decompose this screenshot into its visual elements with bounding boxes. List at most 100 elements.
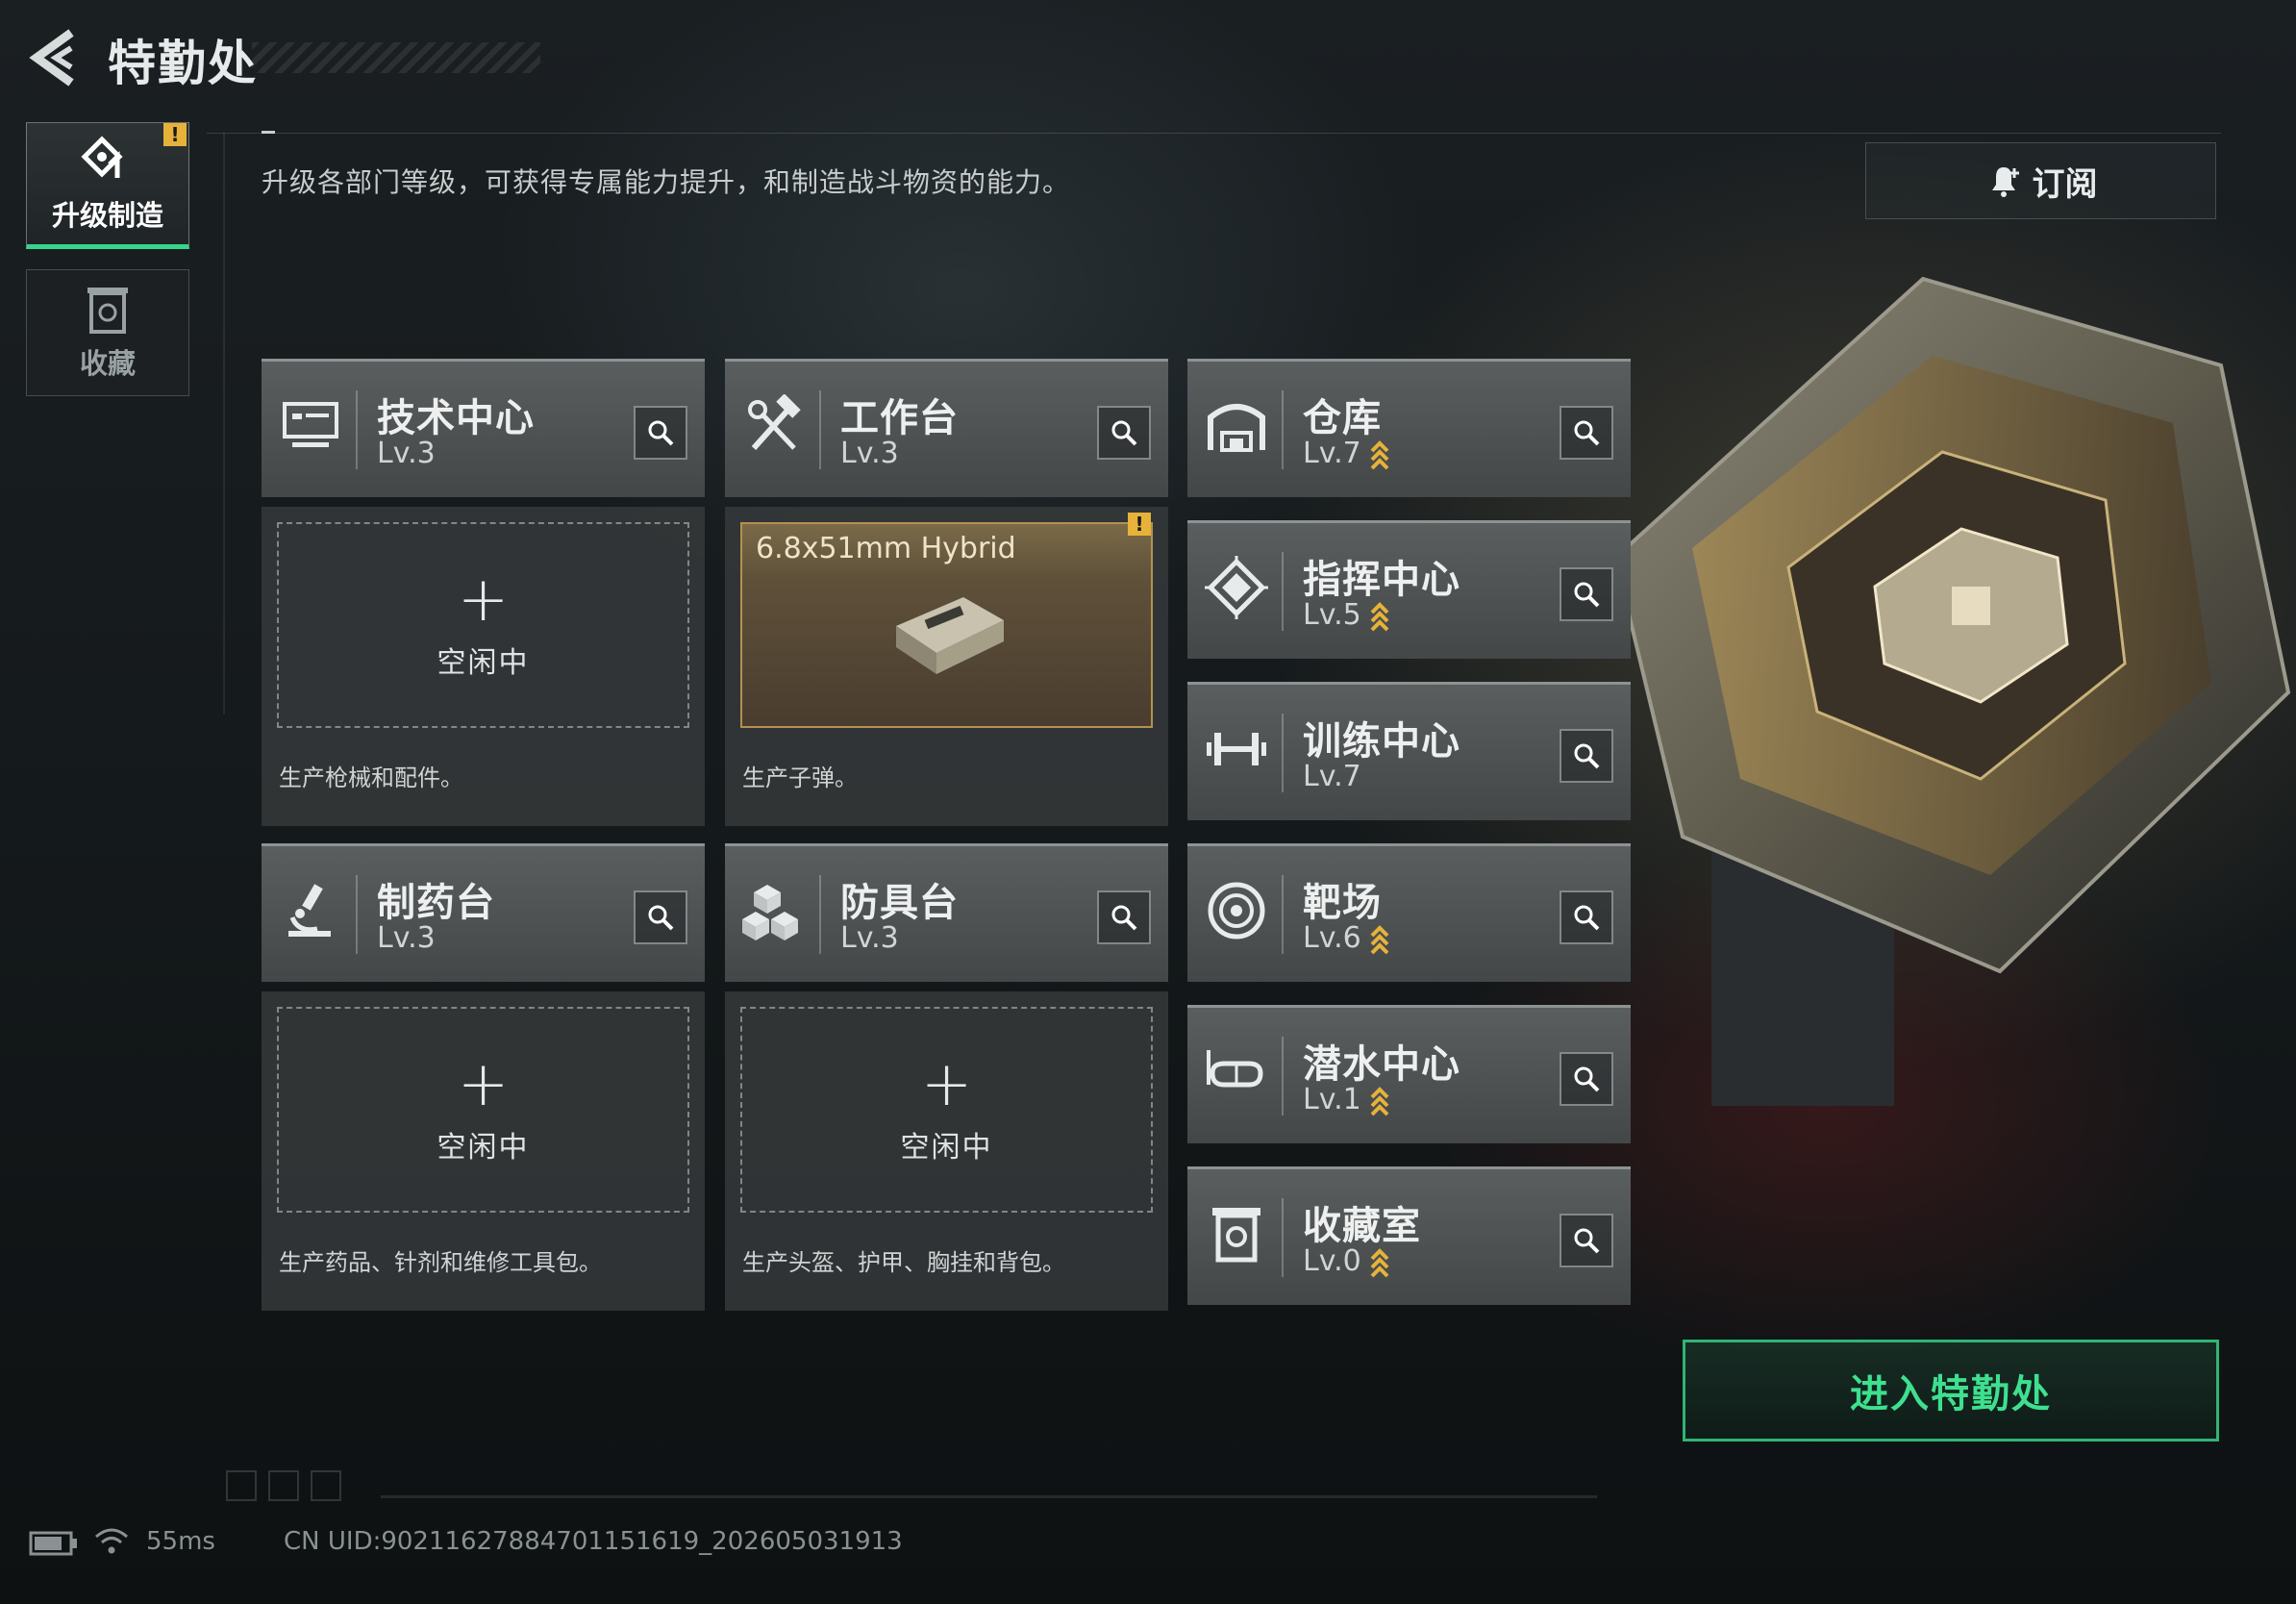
page-title: 特勤处 <box>108 36 258 91</box>
department-name: 训练中心 <box>1303 719 1460 764</box>
enter-special-ops-button[interactable]: 进入特勤处 <box>1683 1340 2219 1441</box>
production-alert-badge: ! <box>1128 513 1151 536</box>
department-card-collection-room[interactable]: 收藏室 Lv.0 <box>1187 1166 1631 1305</box>
department-level: Lv.6 <box>1303 921 1390 955</box>
search-icon[interactable] <box>1560 1214 1613 1267</box>
search-icon[interactable] <box>634 406 687 460</box>
department-name: 仓库 <box>1303 396 1382 440</box>
department-level: Lv.3 <box>840 437 899 470</box>
ammo-box-icon <box>896 597 1004 674</box>
subscribe-button[interactable]: 订阅 <box>1865 142 2216 219</box>
product-name: 6.8x51mm Hybrid <box>756 532 1016 565</box>
dumbbell-icon <box>1207 733 1266 765</box>
plus-icon: + <box>920 1049 973 1120</box>
production-item[interactable]: 6.8x51mm Hybrid <box>740 522 1153 728</box>
upgrade-available-icon <box>1370 1086 1389 1115</box>
search-icon[interactable] <box>1560 1052 1613 1106</box>
search-icon[interactable] <box>1097 406 1151 460</box>
production-slot-pharmacy: + 空闲中 生产药品、针剂和维修工具包。 <box>262 991 705 1311</box>
bell-plus-icon <box>1991 167 2019 197</box>
chip-icon <box>1205 556 1268 619</box>
department-card-armor-bench[interactable]: 防具台 Lv.3 <box>725 843 1168 982</box>
upgrade-available-icon <box>1370 1247 1389 1277</box>
department-card-training-center[interactable]: 训练中心 Lv.7 <box>1187 682 1631 820</box>
user-uid: CN UID:902116278847011516​19_20260503191… <box>284 1527 903 1556</box>
department-card-workbench[interactable]: 工作台 Lv.3 <box>725 359 1168 497</box>
department-name: 技术中心 <box>377 396 535 440</box>
cubes-icon <box>742 885 798 940</box>
production-slot-armor-bench: + 空闲中 生产头盔、护甲、胸挂和背包。 <box>725 991 1168 1311</box>
department-name: 潜水中心 <box>1303 1042 1460 1087</box>
department-card-tech-center[interactable]: 技术中心 Lv.3 <box>262 359 705 497</box>
department-level: Lv.3 <box>377 921 436 955</box>
search-icon[interactable] <box>1560 406 1613 460</box>
microscope-icon <box>288 884 331 937</box>
tab-label: 升级制造 <box>51 199 163 232</box>
department-name: 指挥中心 <box>1303 558 1460 602</box>
production-slot-workbench: 6.8x51mm Hybrid ! 生产子弹。 <box>725 507 1168 826</box>
department-name: 靶场 <box>1303 881 1382 925</box>
plus-icon: + <box>457 1049 510 1120</box>
department-card-command-center[interactable]: 指挥中心 Lv.5 <box>1187 520 1631 659</box>
department-level: Lv.3 <box>377 437 436 470</box>
add-production-button[interactable]: + 空闲中 <box>740 1007 1153 1213</box>
target-icon <box>1208 882 1265 940</box>
slot-status: 空闲中 <box>900 1131 993 1165</box>
trash-vault-icon <box>1212 1208 1260 1263</box>
tab-upgrade-craft[interactable]: ! 升级制造 <box>26 122 189 249</box>
add-production-button[interactable]: + 空闲中 <box>277 1007 689 1213</box>
vault-icon <box>87 288 128 334</box>
side-divider <box>223 133 225 714</box>
upgrade-available-icon <box>1370 601 1389 631</box>
upgrade-icon <box>81 136 123 178</box>
department-name: 收藏室 <box>1303 1204 1421 1248</box>
page-description: 升级各部门等级，可获得专属能力提升，和制造战斗物资的能力。 <box>262 166 1071 198</box>
monitor-icon <box>283 402 338 447</box>
department-level: Lv.3 <box>840 921 899 955</box>
battery-icon <box>29 1531 77 1556</box>
ping-readout: 55ms <box>146 1527 215 1556</box>
search-icon[interactable] <box>1560 567 1613 621</box>
slot-status: 空闲中 <box>437 646 530 680</box>
upgrade-available-icon <box>1370 924 1389 954</box>
department-level: Lv.5 <box>1303 598 1390 632</box>
search-icon[interactable] <box>1097 890 1151 944</box>
department-name: 防具台 <box>840 881 959 925</box>
slot-caption: 生产枪械和配件。 <box>279 764 463 791</box>
tab-alert-badge: ! <box>163 123 187 146</box>
add-production-button[interactable]: + 空闲中 <box>277 522 689 728</box>
department-card-pharmacy[interactable]: 制药台 Lv.3 <box>262 843 705 982</box>
department-card-diving-center[interactable]: 潜水中心 Lv.1 <box>1187 1005 1631 1143</box>
tab-label: 收藏 <box>79 347 136 380</box>
department-level: Lv.7 <box>1303 760 1361 793</box>
warehouse-icon <box>1208 404 1265 452</box>
header-divider <box>207 133 2221 134</box>
department-card-shooting-range[interactable]: 靶场 Lv.6 <box>1187 843 1631 982</box>
search-icon[interactable] <box>634 890 687 944</box>
cube-artwork <box>1612 276 2291 1106</box>
hatch-decoration <box>226 1470 341 1501</box>
search-icon[interactable] <box>1560 729 1613 783</box>
upgrade-available-icon <box>1370 439 1389 469</box>
department-level: Lv.7 <box>1303 437 1390 470</box>
plus-icon: + <box>457 564 510 636</box>
title-decoration <box>252 42 540 73</box>
wifi-icon <box>95 1528 128 1554</box>
slot-caption: 生产头盔、护甲、胸挂和背包。 <box>742 1249 1065 1276</box>
enter-button-label: 进入特勤处 <box>1850 1372 2052 1416</box>
back-arrow-icon[interactable] <box>23 27 81 88</box>
subscribe-label: 订阅 <box>2032 164 2098 204</box>
department-level: Lv.0 <box>1303 1244 1390 1278</box>
header-tick <box>262 131 275 134</box>
timeline-decoration <box>381 1495 1597 1498</box>
slot-caption: 生产药品、针剂和维修工具包。 <box>279 1249 602 1276</box>
hammer-wrench-icon <box>748 394 801 451</box>
tab-collection[interactable]: 收藏 <box>26 269 189 396</box>
search-icon[interactable] <box>1560 890 1613 944</box>
slot-status: 空闲中 <box>437 1131 530 1165</box>
slot-caption: 生产子弹。 <box>742 764 858 791</box>
diving-mask-icon <box>1207 1050 1263 1088</box>
department-card-warehouse[interactable]: 仓库 Lv.7 <box>1187 359 1631 497</box>
department-name: 制药台 <box>377 881 495 925</box>
department-level: Lv.1 <box>1303 1083 1390 1116</box>
